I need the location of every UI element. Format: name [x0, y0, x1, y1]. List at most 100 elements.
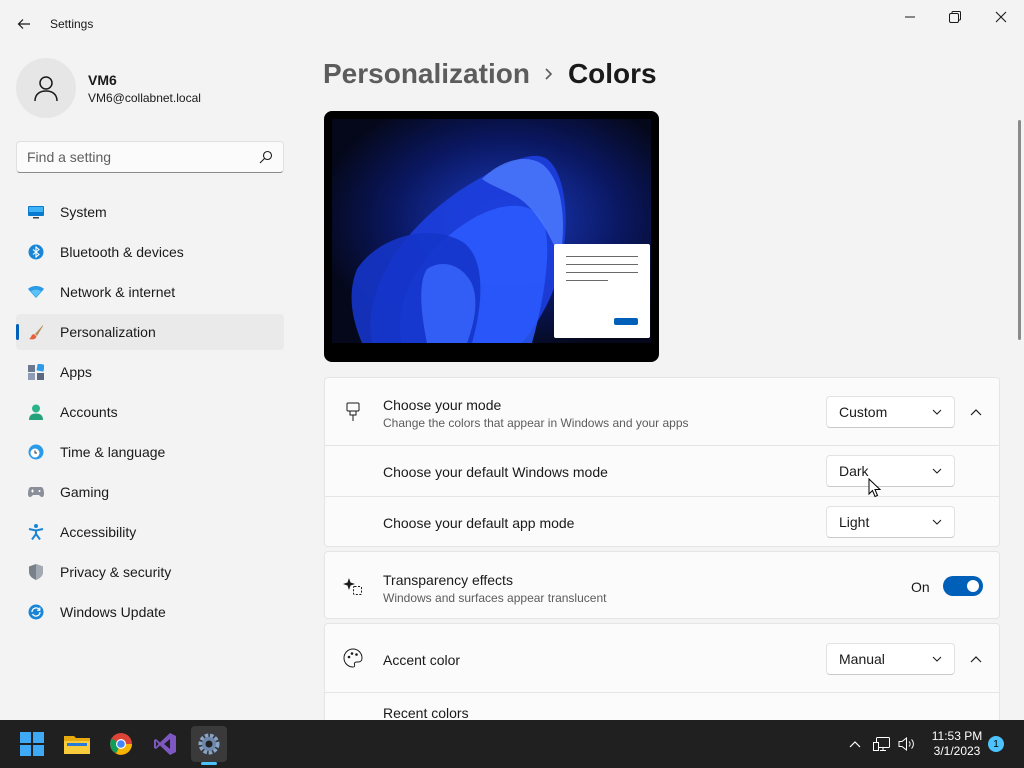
person-avatar-icon — [34, 76, 58, 102]
sidebar-item-label: System — [60, 204, 107, 220]
minimize-icon — [905, 16, 915, 18]
sidebar-item-personalization[interactable]: Personalization — [16, 314, 284, 350]
show-hidden-icons-button[interactable] — [845, 734, 865, 754]
windows-mode-value: Dark — [839, 463, 869, 479]
sidebar-item-system[interactable]: System — [16, 194, 284, 230]
accent-row[interactable]: Accent color Manual — [325, 624, 999, 692]
taskbar: 11:53 PM 3/1/2023 1 — [0, 720, 1024, 768]
search-input[interactable] — [27, 149, 259, 165]
restore-button[interactable] — [932, 2, 978, 32]
mode-card: Choose your mode Change the colors that … — [324, 377, 1000, 547]
sidebar-item-label: Apps — [60, 364, 92, 380]
palette-icon — [343, 648, 363, 668]
accent-card: Accent color Manual Recent colors — [324, 623, 1000, 733]
wallpaper-preview — [332, 119, 651, 343]
choose-mode-row[interactable]: Choose your mode Change the colors that … — [325, 378, 999, 445]
transparency-title: Transparency effects — [383, 572, 513, 588]
paintbrush-icon — [28, 324, 44, 340]
theme-preview — [324, 111, 659, 362]
window-title: Settings — [50, 17, 94, 31]
apps-icon — [28, 364, 44, 380]
accessibility-icon — [28, 524, 44, 540]
network-icon — [873, 737, 890, 751]
choose-mode-description: Change the colors that appear in Windows… — [383, 416, 689, 430]
sidebar-item-label: Time & language — [60, 444, 166, 460]
taskbar-clock[interactable]: 11:53 PM 3/1/2023 — [928, 729, 986, 759]
minimize-button[interactable] — [887, 2, 933, 32]
collapse-button[interactable] — [966, 649, 986, 669]
sidebar-item-bluetooth[interactable]: Bluetooth & devices — [16, 234, 284, 270]
start-button[interactable] — [14, 726, 50, 762]
search-box[interactable] — [16, 141, 284, 173]
gamepad-icon — [28, 484, 44, 500]
transparency-state-label: On — [911, 579, 930, 595]
mode-dropdown[interactable]: Custom — [826, 396, 955, 428]
scrollbar[interactable] — [1018, 120, 1021, 340]
sidebar-item-label: Windows Update — [60, 604, 166, 620]
sidebar-item-label: Accounts — [60, 404, 118, 420]
toggle-knob — [967, 580, 979, 592]
back-button[interactable] — [10, 10, 38, 38]
shield-icon — [28, 564, 44, 580]
sidebar-item-accounts[interactable]: Accounts — [16, 394, 284, 430]
app-mode-value: Light — [839, 514, 870, 530]
transparency-description: Windows and surfaces appear translucent — [383, 591, 607, 605]
visual-studio-icon — [154, 733, 176, 755]
sidebar-item-label: Accessibility — [60, 524, 137, 540]
transparency-row: Transparency effects Windows and surface… — [325, 552, 999, 620]
chrome-button[interactable] — [103, 726, 139, 762]
sidebar-item-privacy-security[interactable]: Privacy & security — [16, 554, 284, 590]
sidebar-nav: System Bluetooth & devices Network & int… — [16, 194, 284, 634]
chevron-down-icon — [932, 519, 942, 525]
accent-title: Accent color — [383, 652, 461, 668]
sidebar-item-apps[interactable]: Apps — [16, 354, 284, 390]
recent-colors-label: Recent colors — [383, 705, 469, 721]
search-icon — [259, 150, 273, 164]
sidebar-item-gaming[interactable]: Gaming — [16, 474, 284, 510]
settings-app-button[interactable] — [191, 726, 227, 762]
user-name: VM6 — [88, 71, 117, 88]
avatar — [16, 58, 76, 118]
sidebar-item-accessibility[interactable]: Accessibility — [16, 514, 284, 550]
transparency-toggle[interactable] — [943, 576, 983, 596]
collapse-button[interactable] — [966, 402, 986, 422]
windows-mode-label: Choose your default Windows mode — [383, 464, 608, 480]
sidebar-item-network[interactable]: Network & internet — [16, 274, 284, 310]
breadcrumb-parent[interactable]: Personalization — [323, 58, 530, 90]
speaker-icon — [898, 736, 914, 752]
accent-dropdown-value: Manual — [839, 651, 885, 667]
chevron-down-icon — [932, 468, 942, 474]
gear-icon — [198, 733, 220, 755]
sidebar-item-label: Bluetooth & devices — [60, 244, 184, 260]
chevron-down-icon — [932, 409, 942, 415]
visual-studio-button[interactable] — [147, 726, 183, 762]
close-button[interactable] — [978, 2, 1024, 32]
chevron-up-icon — [970, 409, 982, 416]
update-icon — [28, 604, 44, 620]
windows-mode-row: Choose your default Windows mode Dark — [325, 446, 999, 496]
restore-icon — [949, 11, 961, 23]
app-mode-dropdown[interactable]: Light — [826, 506, 955, 538]
choose-mode-title: Choose your mode — [383, 397, 502, 413]
user-profile[interactable]: VM6 VM6@collabnet.local — [16, 58, 201, 118]
sparkle-icon — [343, 576, 363, 596]
windows-mode-dropdown[interactable]: Dark — [826, 455, 955, 487]
accent-dropdown[interactable]: Manual — [826, 643, 955, 675]
transparency-card: Transparency effects Windows and surface… — [324, 551, 1000, 619]
wifi-icon — [28, 284, 44, 300]
close-icon — [995, 11, 1007, 23]
sidebar-item-label: Network & internet — [60, 284, 176, 300]
sidebar-item-time-language[interactable]: Time & language — [16, 434, 284, 470]
chevron-up-icon — [849, 741, 861, 748]
volume-tray-button[interactable] — [897, 734, 917, 754]
windows-logo-icon — [20, 732, 44, 756]
taskbar-time: 11:53 PM — [931, 729, 983, 743]
chrome-icon — [110, 733, 132, 755]
notification-badge[interactable]: 1 — [988, 736, 1004, 752]
app-mode-label: Choose your default app mode — [383, 515, 575, 531]
sidebar-item-windows-update[interactable]: Windows Update — [16, 594, 284, 630]
network-tray-button[interactable] — [872, 734, 892, 754]
mouse-cursor-icon — [868, 478, 881, 498]
file-explorer-button[interactable] — [59, 726, 95, 762]
person-icon — [28, 404, 44, 420]
